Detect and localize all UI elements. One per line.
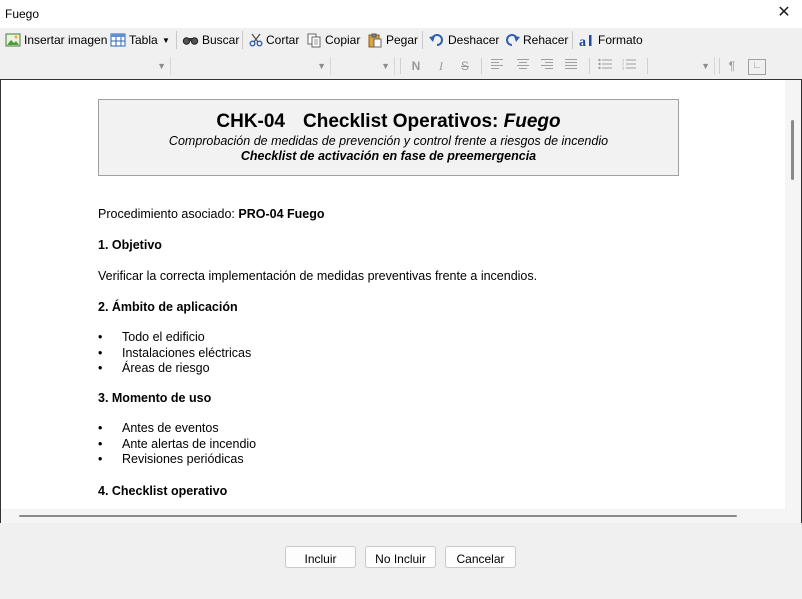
align-left-icon[interactable] [488,57,506,75]
size-combo[interactable]: ▼ [332,57,395,75]
toolbar-separator [422,31,423,49]
cut-label: Cortar [266,33,300,47]
list-item: Ante alertas de incendio [98,437,256,453]
procedure-value: PRO-04 Fuego [238,207,325,221]
align-center-icon[interactable] [514,57,532,75]
close-icon[interactable]: ✕ [774,3,794,23]
table-dropdown-chevron-icon[interactable]: ▼ [162,30,170,50]
procedure-line: Procedimiento asociado: PRO-04 Fuego [98,207,325,221]
format-separator [719,58,720,74]
chevron-down-icon: ▼ [381,61,390,71]
paste-icon [368,33,382,47]
section-2-heading: 2. Ámbito de aplicación [98,300,238,314]
title-bar: Fuego ✕ [0,0,802,28]
list-item: Áreas de riesgo [98,361,251,377]
search-label: Buscar [202,33,240,47]
copy-label: Copiar [325,33,361,47]
font-format-icon: a [579,34,592,48]
include-button[interactable]: Incluir [285,546,356,568]
not-include-button[interactable]: No Incluir [365,546,436,568]
title-main: Checklist Operativos: [303,111,499,132]
chevron-down-icon: ▼ [157,61,166,71]
horizontal-scrollbar[interactable] [1,509,785,523]
font-combo[interactable]: ▼ [172,57,331,75]
list-item: Instalaciones eléctricas [98,346,251,362]
format-separator [647,58,648,74]
toolbar-separator [176,31,177,49]
section-1-heading: 1. Objetivo [98,238,162,252]
style-combo[interactable]: ▼ [10,57,171,75]
window-title: Fuego [5,7,40,21]
bullet-list-icon[interactable] [596,57,614,75]
cancel-button[interactable]: Cancelar [445,546,516,568]
strikethrough-button[interactable]: S [456,57,474,75]
horizontal-scroll-thumb[interactable] [19,515,737,517]
image-icon [5,33,21,47]
undo-icon [429,34,443,46]
paragraph-mark-button[interactable]: ¶ [723,57,741,75]
align-right-icon[interactable] [538,57,556,75]
cut-button[interactable]: Cortar [249,30,299,50]
document-header-box: CHK-04 Checklist Operativos: Fuego Compro… [98,99,679,176]
search-button[interactable]: Buscar [182,30,239,50]
list-item: Todo el edificio [98,330,251,346]
paste-label: Pegar [386,33,419,47]
tab-stop-icon[interactable]: ∟ [748,59,766,75]
vertical-scrollbar[interactable] [785,80,801,523]
format-label: Formato [598,33,643,47]
section-2-list: Todo el edificio Instalaciones eléctrica… [98,330,251,377]
format-separator [589,58,590,74]
bold-button[interactable]: N [407,57,425,75]
chevron-down-icon: ▼ [317,61,326,71]
title-emphasis: Fuego [503,111,561,132]
document-subtitle-2: Checklist de activación en fase de preem… [240,149,537,163]
section-1-text: Verificar la correcta implementación de … [98,269,538,283]
list-item: Revisiones periódicas [98,452,256,468]
numbered-list-icon[interactable]: 123 [620,57,638,75]
format-separator [481,58,482,74]
format-bar: ▼ ▼ ▼ N I S 123 ▼ ¶ ∟ [0,53,802,79]
list-item: Antes de eventos [98,421,256,437]
undo-button[interactable]: Deshacer [429,30,499,50]
vertical-scroll-thumb[interactable] [791,120,794,180]
copy-button[interactable]: Copiar [307,30,360,50]
table-button[interactable]: Tabla [110,30,158,50]
toolbar-separator [572,31,573,49]
toolbar: Insertar imagen Tabla ▼ Buscar Cortar Co… [0,28,802,52]
dialog-footer: Incluir No Incluir Cancelar [0,523,802,599]
redo-icon [506,34,520,46]
copy-icon [307,33,321,47]
svg-text:3: 3 [622,66,625,71]
format-separator [400,58,401,74]
color-combo[interactable]: ▼ [652,57,715,75]
section-3-heading: 3. Momento de uso [98,391,212,405]
section-4-heading: 4. Checklist operativo [98,484,228,498]
procedure-label: Procedimiento asociado: [98,207,235,221]
document-subtitle: Comprobación de medidas de prevención y … [168,134,609,148]
format-button[interactable]: a Formato [579,30,643,50]
table-icon [110,33,126,47]
redo-label: Rehacer [523,33,569,47]
checklist-code: CHK-04 [216,111,285,132]
scissors-icon [249,33,263,47]
paste-button[interactable]: Pegar [368,30,418,50]
binoculars-icon [182,37,199,45]
redo-button[interactable]: Rehacer [504,30,568,50]
svg-text:a: a [579,35,586,48]
align-justify-icon[interactable] [562,57,580,75]
section-3-list: Antes de eventos Ante alertas de incendi… [98,421,256,468]
chevron-down-icon: ▼ [701,61,710,71]
editor-area[interactable]: CHK-04 Checklist Operativos: Fuego Compro… [0,79,802,524]
document-title: CHK-04 Checklist Operativos: Fuego [99,111,678,133]
table-label: Tabla [129,33,158,47]
italic-button[interactable]: I [432,57,450,75]
insert-image-button[interactable]: Insertar imagen [5,30,107,50]
insert-image-label: Insertar imagen [24,33,108,47]
undo-label: Deshacer [448,33,500,47]
toolbar-separator [242,31,243,49]
